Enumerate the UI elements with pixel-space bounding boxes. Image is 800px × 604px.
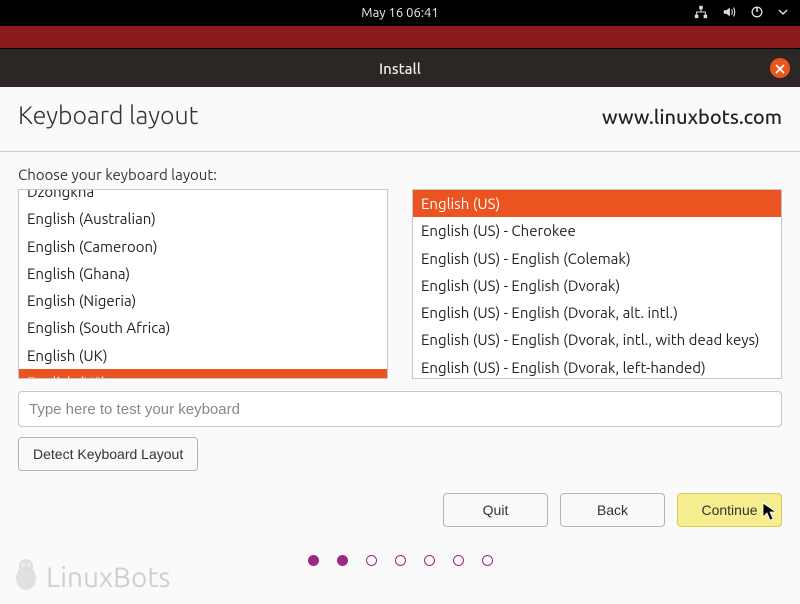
power-icon[interactable] <box>750 5 764 22</box>
keyboard-test-input[interactable] <box>18 391 782 427</box>
list-item[interactable]: English (US) - English (Dvorak, left-han… <box>413 354 781 380</box>
list-item[interactable]: English (US) <box>19 369 387 379</box>
list-item[interactable]: English (US) - English (Dvorak) <box>413 272 781 299</box>
page-title: Keyboard layout <box>18 101 198 129</box>
logo-watermark: LinuxBots <box>10 556 171 598</box>
list-item[interactable]: English (Australian) <box>19 205 387 232</box>
close-button[interactable] <box>770 58 790 78</box>
continue-button[interactable]: Continue <box>677 493 782 527</box>
volume-icon[interactable] <box>722 5 736 22</box>
window-titlebar: Install <box>0 49 800 87</box>
list-item[interactable]: English (US) - English (Colemak) <box>413 245 781 272</box>
system-topbar: May 16 06:41 <box>0 0 800 26</box>
list-item[interactable]: English (US) - English (Dvorak, intl., w… <box>413 326 781 353</box>
window-title-text: Install <box>379 60 421 77</box>
progress-dot <box>482 555 493 566</box>
detect-layout-button[interactable]: Detect Keyboard Layout <box>18 437 198 471</box>
penguin-icon <box>10 556 42 598</box>
watermark-url: www.linuxbots.com <box>602 105 782 128</box>
list-item[interactable]: English (US) - Cherokee <box>413 217 781 244</box>
list-item[interactable]: English (US) - English (Dvorak, alt. int… <box>413 299 781 326</box>
list-item[interactable]: Dzongkha <box>19 189 387 205</box>
progress-dot <box>308 555 319 566</box>
logo-watermark-text: LinuxBots <box>46 562 171 593</box>
progress-dot <box>337 555 348 566</box>
window-accent-bar <box>0 26 800 49</box>
progress-dot <box>395 555 406 566</box>
footer-buttons: Quit Back Continue <box>18 493 782 527</box>
divider <box>0 151 800 152</box>
installer-content: Keyboard layout www.linuxbots.com Choose… <box>0 87 800 566</box>
list-item[interactable]: English (South Africa) <box>19 314 387 341</box>
progress-dot <box>424 555 435 566</box>
quit-button[interactable]: Quit <box>443 493 548 527</box>
progress-dot <box>453 555 464 566</box>
list-item[interactable]: English (Nigeria) <box>19 287 387 314</box>
choose-layout-label: Choose your keyboard layout: <box>18 166 782 183</box>
list-item[interactable]: English (Cameroon) <box>19 233 387 260</box>
back-button[interactable]: Back <box>560 493 665 527</box>
language-list[interactable]: DzongkhaEnglish (Australian)English (Cam… <box>18 189 388 379</box>
progress-dot <box>366 555 377 566</box>
network-icon[interactable] <box>694 5 708 22</box>
variant-list[interactable]: English (US)English (US) - CherokeeEngli… <box>412 189 782 379</box>
topbar-status-icons[interactable] <box>694 5 788 22</box>
chevron-down-icon[interactable] <box>778 6 788 20</box>
list-item[interactable]: English (US) <box>413 190 781 217</box>
topbar-datetime: May 16 06:41 <box>361 6 438 20</box>
list-item[interactable]: English (UK) <box>19 342 387 369</box>
close-icon <box>775 60 785 77</box>
list-item[interactable]: English (Ghana) <box>19 260 387 287</box>
